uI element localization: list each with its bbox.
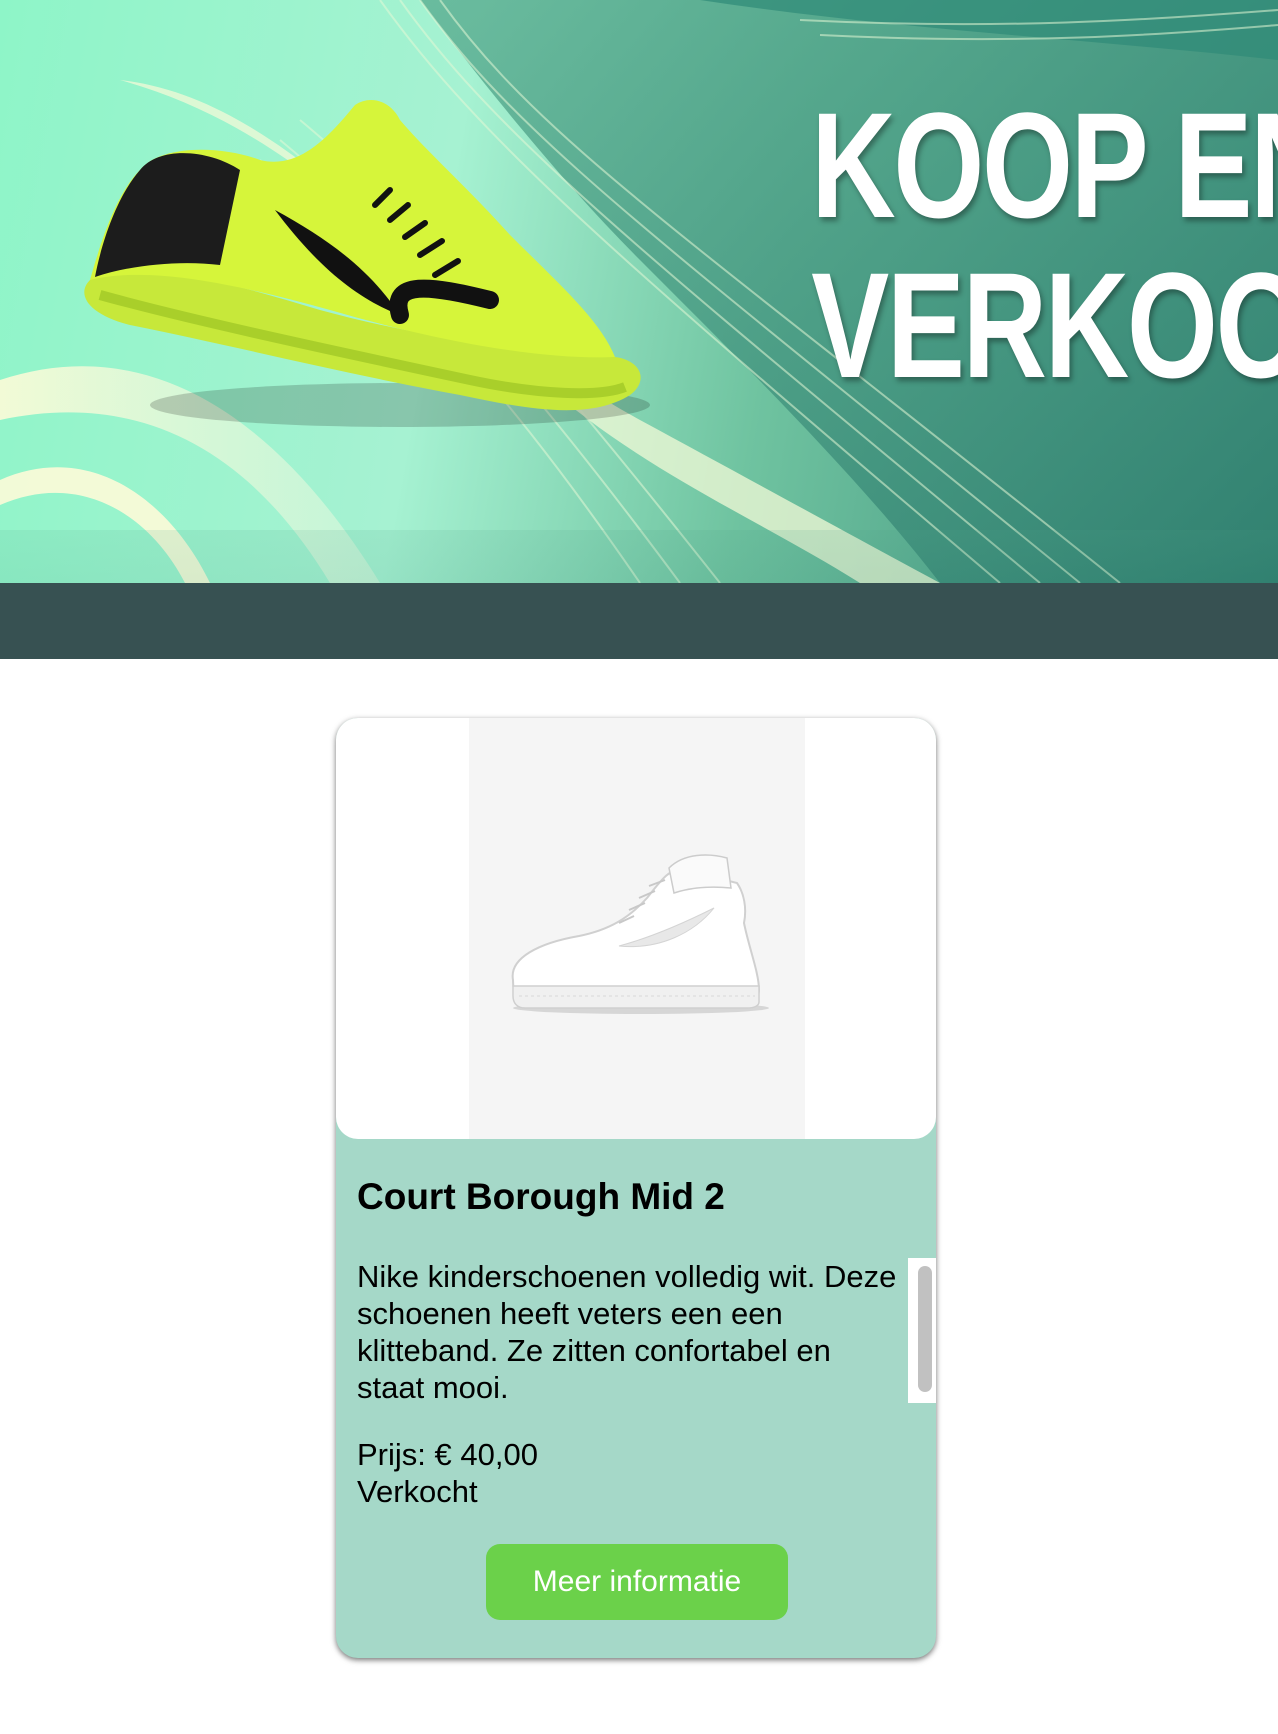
white-sneaker-icon bbox=[511, 854, 769, 1014]
hero-title: KOOP EN VERKOOP bbox=[811, 81, 1278, 409]
navigation-bar bbox=[0, 583, 1278, 659]
product-description-scroll-area[interactable]: Nike kinderschoenen volledig wit. Deze s… bbox=[357, 1258, 927, 1403]
neon-running-shoe-icon bbox=[84, 100, 650, 427]
product-card: Court Borough Mid 2 Nike kinderschoenen … bbox=[336, 718, 936, 1658]
product-image-container bbox=[336, 718, 936, 1139]
product-status: Verkocht bbox=[357, 1474, 478, 1509]
more-info-button[interactable]: Meer informatie bbox=[486, 1544, 788, 1620]
hero-banner: KOOP EN VERKOOP bbox=[0, 0, 1278, 583]
hero-title-line1: KOOP EN bbox=[811, 81, 1278, 249]
product-name: Court Borough Mid 2 bbox=[357, 1176, 725, 1217]
scrollbar-thumb[interactable] bbox=[918, 1266, 932, 1392]
hero-title-line2: VERKOOP bbox=[811, 241, 1278, 409]
product-image bbox=[469, 718, 805, 1139]
product-price: Prijs: € 40,00 bbox=[357, 1437, 538, 1472]
product-description: Nike kinderschoenen volledig wit. Deze s… bbox=[357, 1259, 897, 1403]
description-scrollbar[interactable] bbox=[908, 1258, 936, 1403]
